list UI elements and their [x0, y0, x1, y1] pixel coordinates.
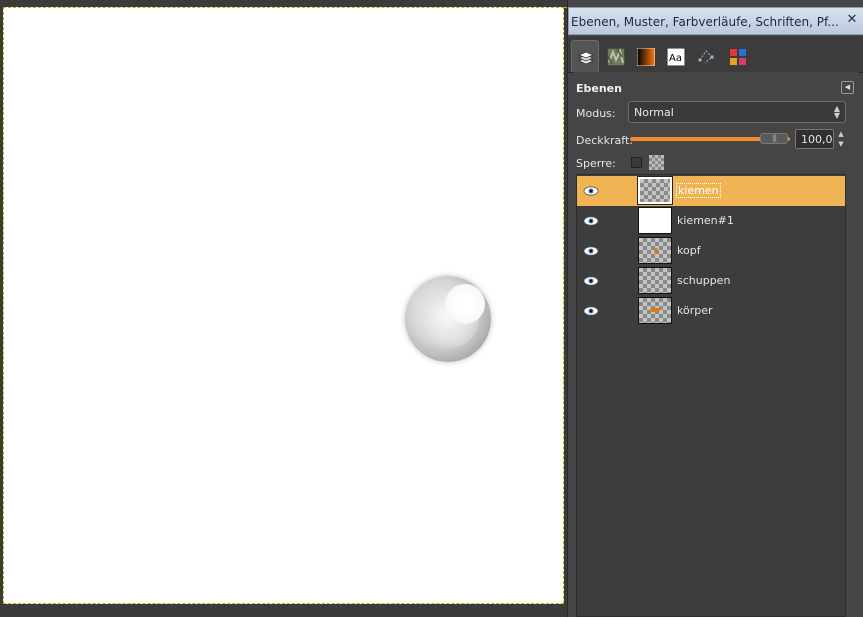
layer-thumbnail — [638, 207, 672, 234]
opacity-label: Deckkraft: — [576, 134, 633, 147]
layers-panel: Ebenen ◀ Modus: Normal ▲ ▼ Deckkraft: |||… — [574, 72, 858, 617]
lock-label: Sperre: — [576, 157, 616, 170]
layer-name[interactable]: körper — [677, 304, 713, 317]
eye-icon[interactable] — [583, 275, 599, 287]
patterns-icon — [607, 48, 625, 66]
opacity-input[interactable]: 100,0 — [795, 129, 834, 149]
svg-text:Aa: Aa — [669, 53, 682, 64]
opacity-spin-icon[interactable]: ▲ ▼ — [836, 129, 846, 149]
panel-menu-icon[interactable]: ◀ — [841, 81, 854, 94]
paths-icon — [698, 50, 714, 64]
layers-list[interactable]: kiemen kiemen#1 kopf schuppen körper — [576, 174, 846, 617]
lock-alpha-icon[interactable] — [649, 155, 664, 170]
layer-thumbnail — [637, 176, 673, 205]
layer-thumbnail — [638, 267, 672, 294]
dock-titlebar[interactable]: Ebenen, Muster, Farbverläufe, Schriften,… — [568, 7, 863, 35]
close-icon[interactable]: ✕ — [845, 13, 859, 27]
dock-tabbar: Aa — [568, 36, 863, 73]
canvas-area[interactable] — [0, 0, 804, 617]
busy-spinner-icon — [405, 276, 491, 362]
fonts-icon: Aa — [667, 48, 685, 66]
layer-row[interactable]: schuppen — [577, 266, 845, 296]
layer-row[interactable]: kiemen — [577, 176, 845, 206]
layer-row[interactable]: körper — [577, 296, 845, 326]
tab-layers[interactable] — [571, 40, 599, 72]
lock-pixels-checkbox[interactable] — [631, 157, 642, 168]
layer-name[interactable]: kopf — [677, 244, 701, 257]
eye-icon[interactable] — [583, 215, 599, 227]
layer-thumbnail — [638, 297, 672, 324]
gradients-icon — [637, 48, 655, 66]
layer-name[interactable]: kiemen — [676, 183, 721, 198]
dock-title: Ebenen, Muster, Farbverläufe, Schriften,… — [571, 15, 839, 29]
tab-patterns[interactable] — [602, 42, 630, 70]
opacity-slider-handle[interactable]: ||| — [760, 133, 788, 144]
mode-label: Modus: — [576, 107, 616, 120]
eye-icon[interactable] — [583, 305, 599, 317]
tab-fonts[interactable]: Aa — [662, 42, 690, 70]
mode-select[interactable]: Normal ▲ ▼ — [628, 101, 846, 123]
mode-value: Normal — [634, 106, 674, 119]
layers-icon — [577, 51, 595, 65]
layer-row[interactable]: kopf — [577, 236, 845, 266]
opacity-value: 100,0 — [801, 133, 833, 146]
layer-name[interactable]: schuppen — [677, 274, 730, 287]
panel-title: Ebenen — [576, 82, 622, 95]
layer-name[interactable]: kiemen#1 — [677, 214, 734, 227]
layer-row[interactable]: kiemen#1 — [577, 206, 845, 236]
tab-colors[interactable] — [724, 42, 752, 70]
layer-thumbnail — [638, 237, 672, 264]
dock-panel: Ebenen, Muster, Farbverläufe, Schriften,… — [567, 0, 863, 617]
colors-icon — [730, 49, 746, 65]
chevron-updown-icon: ▲ ▼ — [833, 104, 840, 120]
eye-icon[interactable] — [583, 245, 599, 257]
eye-icon[interactable] — [583, 185, 599, 197]
tab-gradients[interactable] — [632, 42, 660, 70]
tab-paths[interactable] — [692, 42, 720, 70]
